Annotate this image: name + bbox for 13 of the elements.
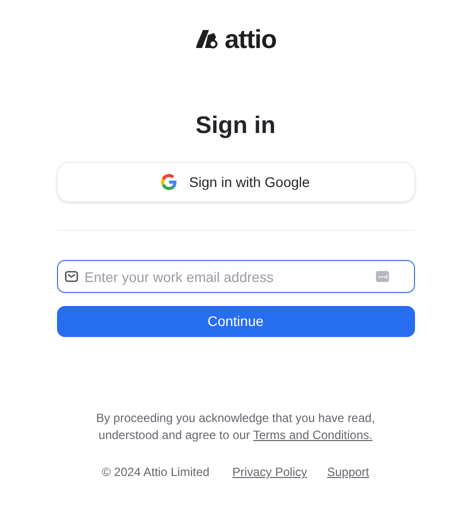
- email-field[interactable]: Enter your work email address: [56, 260, 414, 293]
- mail-icon: [64, 271, 78, 282]
- terms-link[interactable]: Terms and Conditions.: [253, 428, 372, 442]
- google-sign-in-button[interactable]: Sign in with Google: [56, 162, 414, 202]
- legal-notice: By proceeding you acknowledge that you have read, understood and agree to our Terms and Conditions.: [95, 410, 376, 444]
- logo-wordmark: attio: [224, 26, 276, 52]
- copyright-text: © 2024 Attio Limited: [102, 464, 210, 481]
- password-manager-icon[interactable]: [376, 271, 388, 282]
- continue-button[interactable]: Continue: [56, 306, 414, 337]
- footer-link[interactable]: Privacy Policy: [232, 463, 308, 481]
- google-icon: [161, 174, 178, 190]
- page-title: Sign in: [196, 111, 276, 141]
- footer-link[interactable]: Support: [327, 463, 370, 481]
